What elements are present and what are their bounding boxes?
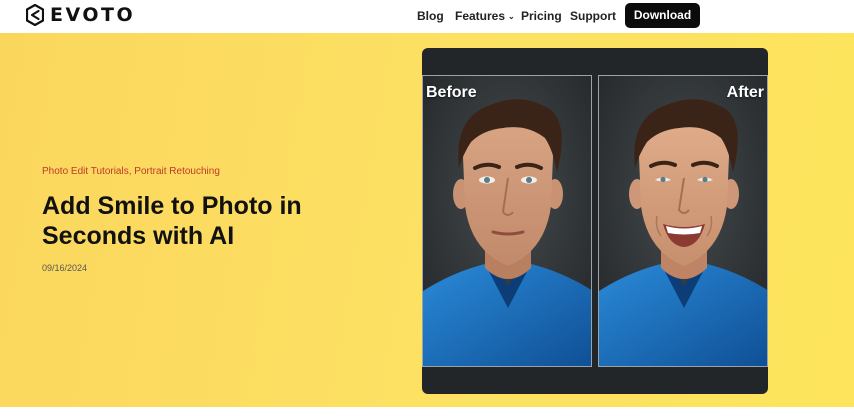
after-label: After [726,84,764,101]
publish-date: 09/16/2024 [42,263,88,273]
before-panel: Before [422,75,592,367]
nav-blog[interactable]: Blog [417,3,444,29]
nav-features-label: Features [455,9,506,23]
page-divider [0,407,854,416]
after-panel: After [598,75,768,367]
nav-features[interactable]: Features ⌄ [455,3,515,29]
category-portrait-retouching[interactable]: Portrait Retouching [134,166,220,177]
after-portrait-image [599,76,767,366]
category-photo-edit-tutorials[interactable]: Photo Edit Tutorials [42,166,129,177]
category-separator: , [128,166,132,177]
nav-support[interactable]: Support [570,3,616,29]
page-title: Add Smile to Photo in Seconds with AI [42,192,302,250]
before-after-image: Before After [422,48,768,394]
main-nav: Blog Features ⌄ Pricing Support [0,3,854,29]
download-button[interactable]: Download [625,3,700,28]
category-links: Photo Edit Tutorials, Portrait Retouchin… [42,166,220,177]
nav-pricing[interactable]: Pricing [521,3,562,29]
site-header: EVOTO Blog Features ⌄ Pricing Support Dow… [0,0,854,33]
before-portrait-image [423,76,591,366]
before-label: Before [426,84,477,101]
chevron-down-icon: ⌄ [508,12,515,21]
